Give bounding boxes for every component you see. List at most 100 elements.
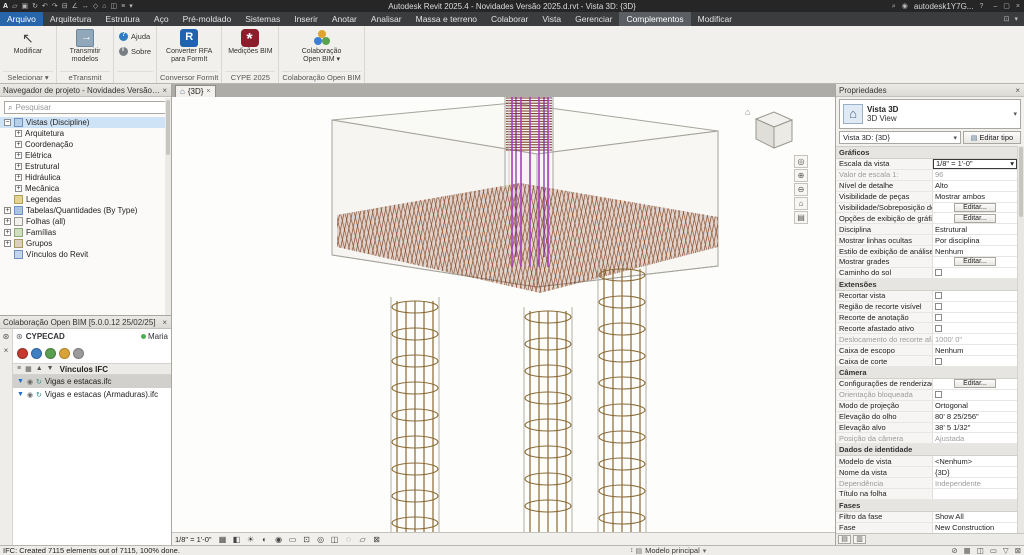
press-drag-icon[interactable]: ◫ (977, 546, 984, 555)
edit-type-button[interactable]: ▤ Editar tipo (963, 131, 1021, 144)
panel-label-cype-2025[interactable]: CYPE 2025 (225, 71, 276, 83)
gear-icon[interactable]: ⊛ (16, 332, 23, 341)
view-tab-close-icon[interactable]: × (206, 88, 210, 95)
tree-item-vistas-discipline[interactable]: − Vistas (Discipline) (0, 117, 171, 128)
button-modificar[interactable]: Modificar (3, 27, 53, 56)
tree-item-legendas[interactable]: Legendas (0, 194, 171, 205)
property-value[interactable] (933, 313, 1017, 323)
property-value[interactable]: New Construction (933, 523, 1017, 533)
shadows-icon[interactable]: ◐ (259, 534, 271, 545)
checkbox[interactable] (935, 269, 942, 277)
settings-icon[interactable]: ⊛ (3, 332, 10, 341)
edit-button[interactable]: Editar... (954, 203, 996, 212)
property-section-extensoes[interactable]: Extensões (836, 278, 1017, 291)
rendering-dialog-icon[interactable]: ◉ (273, 534, 285, 545)
grid-view-icon[interactable]: ▦ (25, 365, 32, 373)
move-up-icon[interactable]: ▲ (36, 365, 43, 373)
background-process-icon[interactable]: ⊘ (951, 546, 957, 555)
lock-3d-view-icon[interactable]: ◎ (315, 534, 327, 545)
checkbox[interactable] (935, 303, 942, 311)
close-button[interactable]: × (1016, 1, 1020, 12)
property-value[interactable] (933, 323, 1017, 333)
tree-item-vinculos-do-revit[interactable]: Vínculos do Revit (0, 249, 171, 260)
button-ajuda[interactable]: Ajuda (117, 31, 152, 42)
property-value[interactable]: Editar... (933, 213, 1017, 223)
crop-view-icon[interactable]: ▭ (287, 534, 299, 545)
ribbon-tab-anotar[interactable]: Anotar (325, 12, 364, 26)
property-section-camera[interactable]: Câmera (836, 367, 1017, 380)
expand-icon[interactable]: + (4, 229, 11, 236)
ribbon-pin-icon[interactable]: ⊡ (1004, 15, 1010, 23)
expand-icon[interactable]: + (4, 207, 11, 214)
steering-wheel-icon[interactable]: ◎ (794, 155, 808, 168)
tree-item-grupos[interactable]: + Grupos (0, 238, 171, 249)
ribbon-tab-arquitetura[interactable]: Arquitetura (43, 12, 99, 26)
tree-item-eletrica[interactable]: + Elétrica (0, 150, 171, 161)
properties-sort-icon[interactable]: ▥ (853, 535, 866, 544)
ribbon-tab-modificar[interactable]: Modificar (691, 12, 739, 26)
section-icon[interactable]: ◫ (110, 1, 117, 12)
open-file-icon[interactable]: ▱ (12, 1, 17, 12)
ribbon-tab-complementos[interactable]: Complementos (619, 12, 691, 26)
view-scale[interactable]: 1/8" = 1'-0" (175, 535, 212, 544)
property-value[interactable]: Show All (933, 512, 1017, 522)
element-selector-combo[interactable]: Vista 3D: {3D} ▾ (839, 131, 961, 144)
navbar-options-icon[interactable]: ▤ (794, 211, 808, 224)
dimension-icon[interactable]: ↔ (82, 1, 89, 12)
reveal-hidden-icon[interactable]: ◌ (343, 534, 355, 545)
app-icon-blue[interactable] (31, 347, 42, 359)
app-icon-gray[interactable] (73, 347, 84, 359)
edit-button[interactable]: Editar... (954, 213, 996, 223)
update-icon[interactable]: ↻ (36, 391, 42, 399)
property-section-fases[interactable]: Fases (836, 499, 1017, 512)
expand-icon[interactable]: + (4, 218, 11, 225)
ribbon-tab-arquivo[interactable]: Arquivo (0, 12, 43, 26)
disconnect-icon[interactable]: × (4, 346, 9, 355)
property-value[interactable]: Ajustada (933, 433, 1017, 443)
search-icon[interactable]: ⌕ (892, 1, 896, 12)
editable-only-icon[interactable]: ▭ (990, 546, 997, 555)
type-selector[interactable]: ⌂ Vista 3D 3D View ▾ (839, 99, 1021, 129)
undo-icon[interactable]: ↶ (42, 1, 48, 12)
property-value[interactable]: 1/8" = 1'-0" ▾ (933, 159, 1017, 169)
panel-label-colaboracao-open-bim[interactable]: Colaboração Open BIM (282, 71, 361, 83)
expand-icon[interactable]: + (15, 141, 22, 148)
property-value[interactable]: Editar... (933, 379, 1017, 389)
constraints-icon[interactable]: ⊠ (371, 534, 383, 545)
property-value[interactable] (933, 356, 1017, 366)
panel-label-selecionar[interactable]: Selecionar ▾ (3, 71, 53, 83)
customize-toolbar-icon[interactable]: ▾ (129, 1, 133, 12)
tree-item-familias[interactable]: + Famílias (0, 227, 171, 238)
expand-icon[interactable]: + (15, 130, 22, 137)
import-arrow-icon[interactable]: ▼ (17, 391, 24, 398)
property-value[interactable]: Alto (933, 181, 1017, 191)
thin-lines-icon[interactable]: ≡ (121, 1, 125, 12)
ribbon-tab-gerenciar[interactable]: Gerenciar (568, 12, 619, 26)
visibility-icon[interactable]: ◉ (27, 391, 33, 399)
property-section-dados-de-identidade[interactable]: Dados de identidade (836, 444, 1017, 457)
expand-icon[interactable]: + (4, 240, 11, 247)
collapse-icon[interactable]: − (4, 119, 11, 126)
tree-item-coordenacao[interactable]: + Coordenação (0, 139, 171, 150)
property-value[interactable]: Nenhum (933, 345, 1017, 355)
project-browser-close-icon[interactable]: × (161, 86, 168, 95)
property-value[interactable]: 80' 8 25/256" (933, 412, 1017, 422)
property-value[interactable]: {3D} (933, 467, 1017, 477)
sun-path-icon[interactable]: ☀ (245, 534, 257, 545)
redo-icon[interactable]: ↷ (52, 1, 58, 12)
user-account[interactable]: autodesk1Y7G... (914, 2, 974, 11)
app-icon-green[interactable] (45, 347, 56, 359)
button-medicoes-bim[interactable]: Medições BIM (225, 27, 275, 56)
button-transmitir-modelos[interactable]: Transmitir modelos (60, 27, 110, 63)
scrollbar-thumb[interactable] (1019, 147, 1023, 217)
property-value[interactable]: Editar... (933, 203, 1017, 213)
exclude-options-icon[interactable]: ▦ (964, 546, 971, 555)
ribbon-tab-vista[interactable]: Vista (535, 12, 568, 26)
autodesk-logo[interactable]: A (3, 1, 8, 12)
app-icon-yellow[interactable] (59, 347, 70, 359)
tree-item-folhas-all[interactable]: + Folhas (all) (0, 216, 171, 227)
update-icon[interactable]: ↻ (36, 378, 42, 386)
checkbox[interactable] (935, 391, 942, 399)
expand-icon[interactable]: + (15, 152, 22, 159)
properties-close-icon[interactable]: × (1014, 86, 1021, 95)
